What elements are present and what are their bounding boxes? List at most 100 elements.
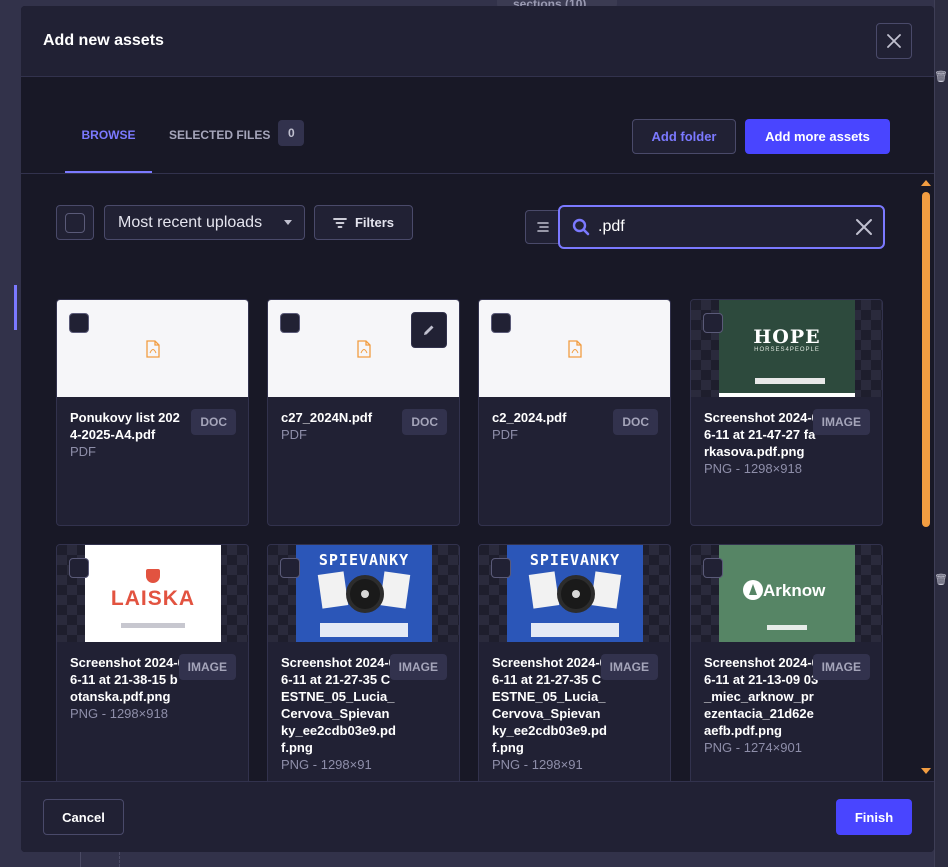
asset-type-badge: DOC (191, 409, 236, 435)
preview-logo-text: LAISKA (110, 587, 196, 610)
search-icon (572, 218, 590, 236)
asset-type-badge: DOC (613, 409, 658, 435)
asset-type-badge: IMAGE (812, 654, 870, 680)
filter-icon (333, 217, 347, 228)
scroll-up-arrow-icon[interactable] (921, 180, 931, 186)
asset-checkbox[interactable] (280, 558, 300, 578)
asset-checkbox[interactable] (491, 313, 511, 333)
select-all-checkbox[interactable] (56, 205, 94, 240)
asset-name: c27_2024N.pdf (281, 410, 373, 425)
asset-type-badge: IMAGE (178, 654, 236, 680)
asset-extension: PDF (70, 444, 96, 459)
modal-footer: Cancel Finish (21, 781, 934, 852)
pdf-file-icon (145, 339, 160, 358)
asset-card[interactable]: Ponukovy list 2024-2025-A4.pdf PDF DOC (56, 299, 249, 526)
asset-preview-image: LAISKA (85, 545, 221, 642)
selected-count-badge: 0 (278, 120, 305, 146)
asset-extension: PDF (281, 427, 307, 442)
background-bottom-frame (80, 852, 120, 867)
asset-meta: c27_2024N.pdf PDF DOC (268, 397, 459, 453)
tab-selected-files-label: Selected files (169, 128, 271, 142)
scrollbar-thumb[interactable] (922, 192, 930, 527)
list-view-toggle[interactable] (525, 210, 561, 244)
asset-checkbox[interactable] (703, 558, 723, 578)
preview-logo-text: HOPE (753, 326, 821, 348)
asset-card[interactable]: HOPE HORSES4PEOPLE Screenshot 2024-06-11… (690, 299, 883, 526)
asset-checkbox[interactable] (69, 313, 89, 333)
search-field[interactable] (558, 205, 885, 249)
sort-select[interactable]: Most recent uploads (104, 205, 305, 240)
assets-browser: Most recent uploads Filters .pdf Ponukov… (21, 175, 934, 781)
asset-extension: PNG - 1274×901 (704, 740, 802, 755)
filters-button[interactable]: Filters (314, 205, 413, 240)
asset-extension: PNG - 1298×918 (704, 461, 802, 476)
scrollbar[interactable] (920, 180, 934, 780)
asset-card[interactable]: LAISKA Screenshot 2024-06-11 at 21-38-15… (56, 544, 249, 781)
tab-browse[interactable]: Browse (65, 125, 152, 173)
pdf-file-icon (567, 339, 582, 358)
asset-meta: Screenshot 2024-06-11 at 21-27-35 CESTNE… (479, 642, 670, 781)
edit-asset-button[interactable] (411, 312, 447, 348)
asset-checkbox[interactable] (280, 313, 300, 333)
add-folder-button[interactable]: Add folder (632, 119, 736, 154)
tabs-bar: Browse Selected files 0 Add folder Add m… (21, 77, 934, 174)
asset-meta: Screenshot 2024-06-11 at 21-13-09 03_mie… (691, 642, 882, 766)
asset-checkbox[interactable] (491, 558, 511, 578)
finish-button[interactable]: Finish (836, 799, 912, 835)
asset-name: Screenshot 2024-06-11 at 21-27-35 CESTNE… (492, 655, 607, 755)
asset-name: Screenshot 2024-06-11 at 21-38-15 botans… (70, 655, 185, 704)
asset-extension: PNG - 1298×918 (70, 706, 168, 721)
asset-preview-image: Arknow (719, 545, 855, 642)
caret-down-icon (284, 220, 292, 225)
asset-type-badge: IMAGE (389, 654, 447, 680)
asset-meta: c2_2024.pdf PDF DOC (479, 397, 670, 453)
asset-card[interactable]: Arknow Screenshot 2024-06-11 at 21-13-09… (690, 544, 883, 781)
filters-label: Filters (354, 215, 394, 230)
asset-extension: PNG - 1298×91 (492, 757, 583, 772)
asset-preview-image: HOPE HORSES4PEOPLE (719, 300, 855, 397)
asset-card[interactable]: c2_2024.pdf PDF DOC (478, 299, 671, 526)
asset-card[interactable]: c27_2024N.pdf PDF DOC (267, 299, 460, 526)
list-view-icon (537, 222, 549, 232)
add-assets-modal: Add new assets Browse Selected files 0 A… (21, 6, 934, 852)
asset-checkbox[interactable] (703, 313, 723, 333)
asset-extension: PNG - 1298×91 (281, 757, 372, 772)
asset-type-badge: IMAGE (600, 654, 658, 680)
close-icon (887, 34, 901, 48)
asset-name: c2_2024.pdf (492, 410, 567, 425)
asset-type-badge: DOC (402, 409, 447, 435)
asset-name: Ponukovy list 2024-2025-A4.pdf (70, 410, 180, 442)
asset-extension: PDF (492, 427, 518, 442)
search-input[interactable] (598, 218, 855, 236)
asset-meta: Ponukovy list 2024-2025-A4.pdf PDF DOC (57, 397, 248, 470)
background-right-panel: 🗑 🗑 (934, 0, 948, 867)
asset-meta: Screenshot 2024-06-11 at 21-38-15 botans… (57, 642, 248, 732)
asset-card[interactable]: SPIEVANKY Screenshot 2024-06-11 at 21-27… (478, 544, 671, 781)
asset-thumbnail: Arknow (691, 545, 882, 642)
asset-card[interactable]: SPIEVANKY Screenshot 2024-06-11 at 21-27… (267, 544, 460, 781)
preview-logo-text: SPIEVANKY (529, 551, 621, 569)
asset-preview-image: SPIEVANKY (507, 545, 643, 642)
scroll-down-arrow-icon[interactable] (921, 768, 931, 774)
pdf-file-icon (356, 339, 371, 358)
preview-logo-text: Arknow (763, 581, 826, 600)
checkbox-box (65, 212, 85, 233)
arknow-logo-icon (743, 580, 763, 600)
asset-checkbox[interactable] (69, 558, 89, 578)
asset-type-badge: IMAGE (812, 409, 870, 435)
close-button[interactable] (876, 23, 912, 59)
cancel-button[interactable]: Cancel (43, 799, 124, 835)
trash-icon: 🗑 (934, 574, 948, 586)
clear-search-icon[interactable] (855, 218, 873, 236)
add-more-assets-button[interactable]: Add more assets (745, 119, 890, 154)
asset-thumbnail: SPIEVANKY (268, 545, 459, 642)
asset-thumbnail: SPIEVANKY (479, 545, 670, 642)
asset-name: Screenshot 2024-06-11 at 21-47-27 farkas… (704, 410, 819, 459)
tab-browse-label: Browse (81, 128, 136, 142)
asset-name: Screenshot 2024-06-11 at 21-13-09 03_mie… (704, 655, 819, 738)
sort-select-value: Most recent uploads (118, 213, 263, 231)
modal-title: Add new assets (43, 32, 164, 49)
asset-thumbnail (479, 300, 670, 397)
tab-selected-files[interactable]: Selected files 0 (169, 120, 305, 173)
modal-header: Add new assets (21, 6, 934, 77)
